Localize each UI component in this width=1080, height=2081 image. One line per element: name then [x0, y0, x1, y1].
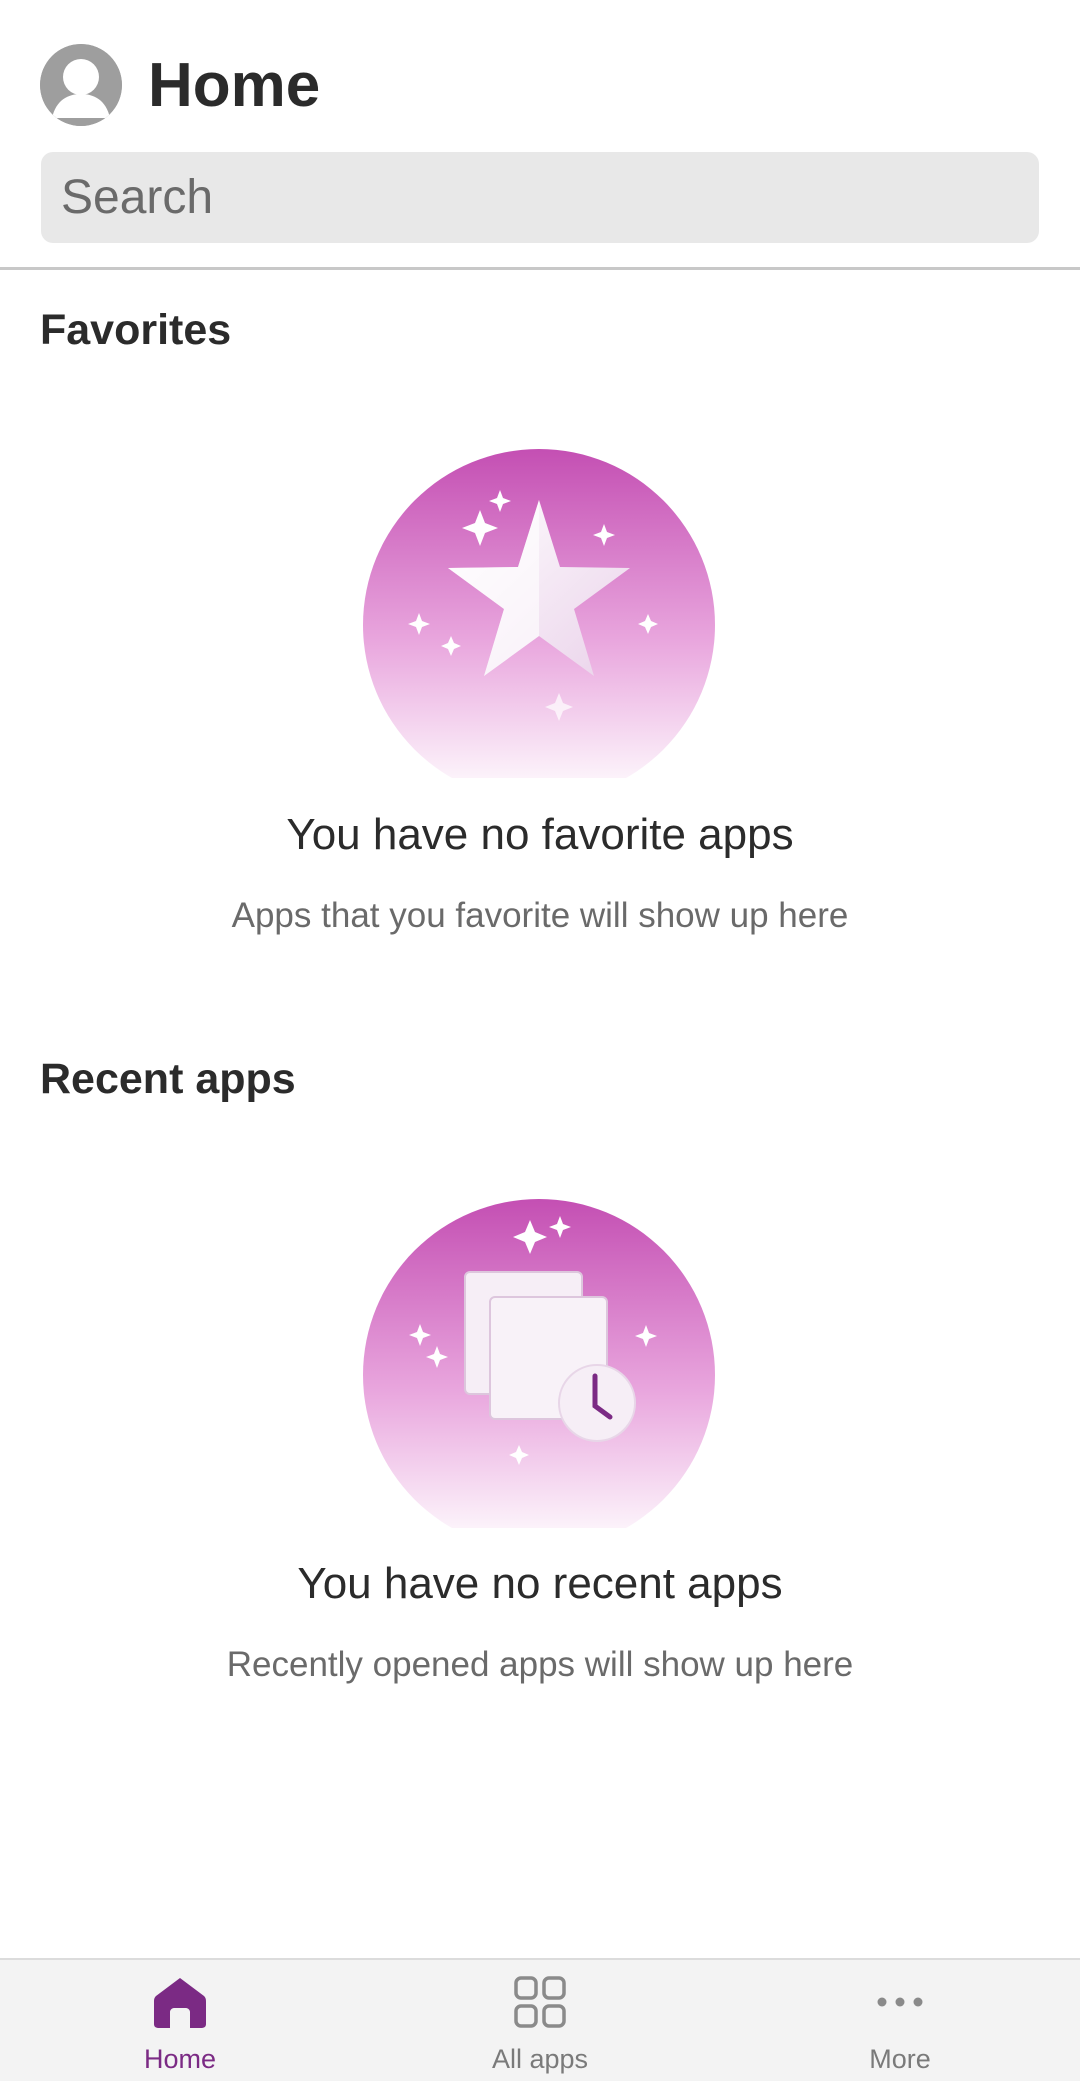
star-icon — [363, 449, 715, 801]
favorites-empty-subtitle: Apps that you favorite will show up here — [231, 896, 849, 935]
tab-home[interactable]: Home — [0, 1960, 360, 2081]
header: Home Search — [0, 0, 1080, 270]
home-icon — [154, 1978, 206, 2028]
search-placeholder: Search — [61, 171, 214, 224]
recent-section-title: Recent apps — [40, 1055, 296, 1103]
tab-all-apps[interactable]: All apps — [360, 1960, 720, 2081]
bottom-tab-bar: Home All apps More — [0, 1958, 1080, 2081]
tab-more-label: More — [869, 2044, 931, 2074]
grid-icon — [514, 1976, 566, 2028]
header-divider — [0, 267, 1080, 270]
tab-home-label: Home — [143, 2044, 217, 2074]
favorites-illustration — [362, 448, 716, 801]
page-title: Home — [148, 51, 321, 120]
recent-illustration — [362, 1198, 716, 1551]
tab-all-apps-label: All apps — [491, 2044, 589, 2074]
recent-documents-clock-icon — [363, 1199, 715, 1551]
recent-empty-title: You have no recent apps — [297, 1559, 783, 1608]
tab-more[interactable]: More — [720, 1960, 1080, 2081]
favorites-empty-title: You have no favorite apps — [286, 810, 794, 859]
search-input[interactable]: Search — [41, 152, 1039, 243]
recent-empty-subtitle: Recently opened apps will show up here — [226, 1645, 854, 1684]
person-icon — [40, 44, 122, 126]
favorites-section-title: Favorites — [40, 306, 232, 354]
profile-avatar[interactable] — [40, 44, 122, 126]
more-dots-icon — [877, 1997, 923, 2007]
